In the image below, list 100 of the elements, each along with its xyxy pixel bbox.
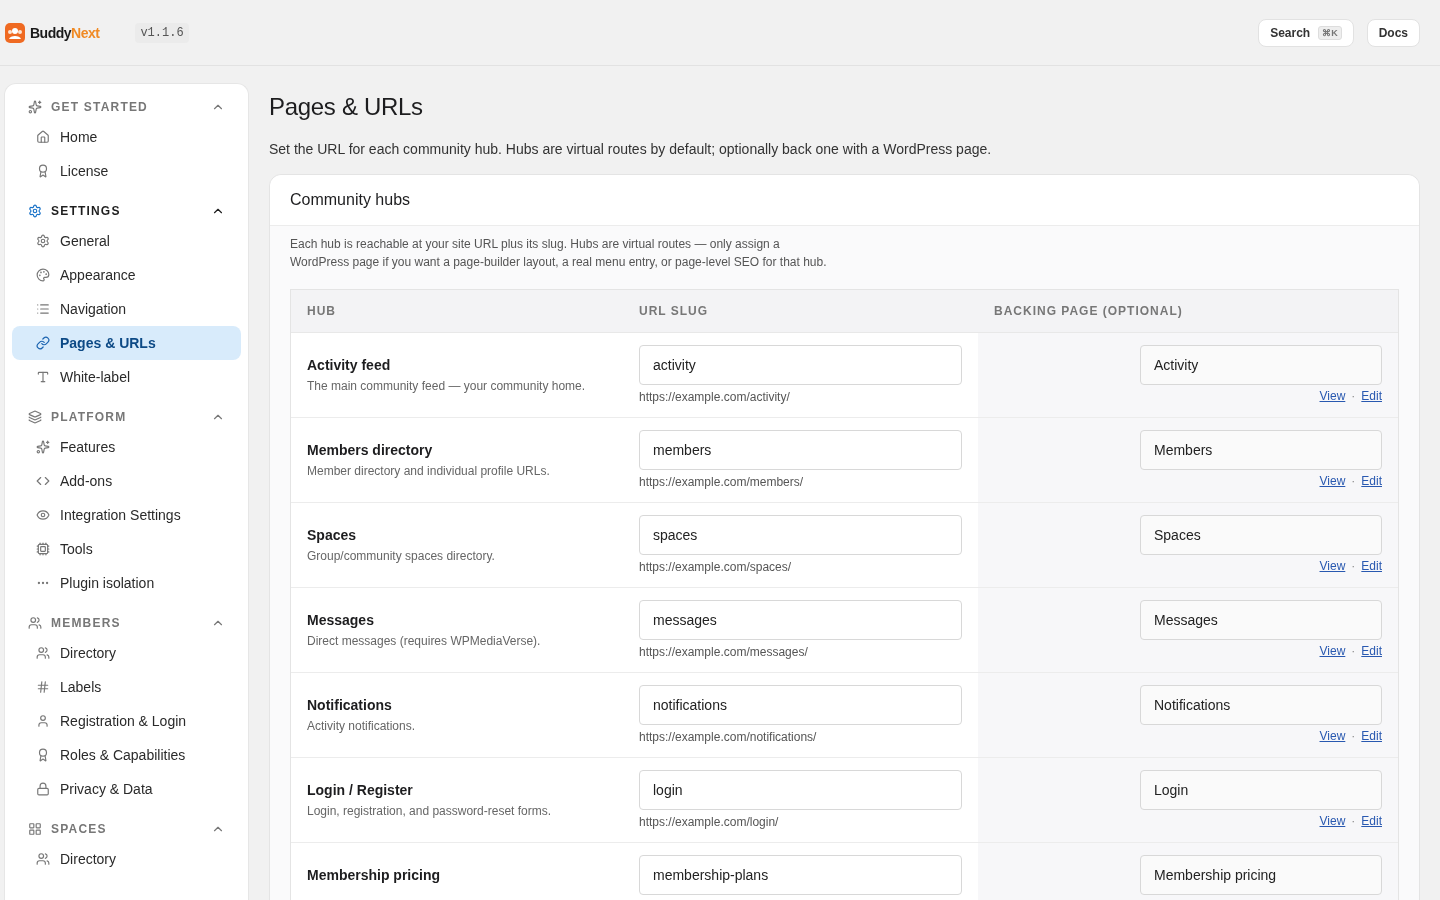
hub-description: Direct messages (requires WPMediaVerse). bbox=[307, 634, 541, 648]
url-preview: https://example.com/activity/ bbox=[639, 390, 790, 404]
section-title: MEMBERS bbox=[51, 616, 122, 630]
page-field[interactable]: Messages bbox=[1140, 600, 1382, 640]
slug-field[interactable]: members bbox=[639, 430, 962, 470]
hub-description: Activity notifications. bbox=[307, 719, 416, 733]
sparkles-icon bbox=[28, 100, 42, 114]
chip-icon bbox=[36, 542, 50, 556]
sidebar-item[interactable]: License bbox=[12, 154, 241, 188]
url-preview: https://example.com/notifications/ bbox=[639, 730, 817, 744]
sidebar-item[interactable]: Pages & URLs bbox=[12, 326, 241, 360]
gear-icon bbox=[28, 204, 42, 218]
hub-description: Login, registration, and password-reset forms. bbox=[307, 804, 552, 818]
hub-name: Messages bbox=[307, 612, 374, 628]
slug-field[interactable]: activity bbox=[639, 345, 962, 385]
slug-field[interactable]: spaces bbox=[639, 515, 962, 555]
column-header: URL SLUG bbox=[623, 290, 978, 333]
view-link[interactable]: View bbox=[1319, 644, 1346, 658]
slug-field[interactable]: membership-plans bbox=[639, 855, 962, 895]
edit-link[interactable]: Edit bbox=[1361, 729, 1382, 743]
sidebar-item[interactable]: Add-ons bbox=[12, 464, 241, 498]
separator-dot: · bbox=[1351, 474, 1356, 488]
code-icon bbox=[36, 474, 50, 488]
separator-dot: · bbox=[1351, 814, 1356, 828]
search-button[interactable]: Search ⌘K bbox=[1258, 18, 1354, 47]
hash-icon bbox=[36, 680, 50, 694]
eye-icon bbox=[36, 508, 50, 522]
url-preview: https://example.com/spaces/ bbox=[639, 560, 792, 574]
sidebar-item[interactable]: Integration Settings bbox=[12, 498, 241, 532]
users-icon bbox=[36, 852, 50, 866]
grid-icon bbox=[28, 822, 42, 836]
separator-dot: · bbox=[1351, 389, 1356, 403]
hub-name: Notifications bbox=[307, 697, 392, 713]
view-link[interactable]: View bbox=[1319, 729, 1346, 743]
section-title: SETTINGS bbox=[51, 204, 122, 218]
hub-description: The main community feed — your community home. bbox=[307, 379, 586, 393]
sidebar-item[interactable]: Labels bbox=[12, 670, 241, 704]
hub-name: Membership pricing bbox=[307, 867, 441, 883]
sidebar-item[interactable]: Appearance bbox=[12, 258, 241, 292]
award-icon bbox=[36, 748, 50, 762]
page-description: Set the URL for each community hub. Hubs are virtual routes by default; optionally back one with a WordPress page. bbox=[269, 141, 993, 157]
hub-description: Group/community spaces directory. bbox=[307, 549, 495, 563]
sidebar-item[interactable]: Plugin isolation bbox=[12, 566, 241, 600]
sparkles-icon bbox=[36, 440, 50, 454]
home-icon bbox=[36, 130, 50, 144]
version-badge: v1.1.6 bbox=[135, 22, 189, 43]
users-icon bbox=[28, 616, 42, 630]
hub-name: Login / Register bbox=[307, 782, 413, 798]
edit-link[interactable]: Edit bbox=[1361, 814, 1382, 828]
sidebar-item[interactable]: Roles & Capabilities bbox=[12, 738, 241, 772]
user-icon bbox=[36, 714, 50, 728]
edit-link[interactable]: Edit bbox=[1361, 644, 1382, 658]
column-header: BACKING PAGE (OPTIONAL) bbox=[978, 290, 1398, 333]
hub-name: Activity feed bbox=[307, 357, 391, 373]
list-icon bbox=[36, 302, 50, 316]
sidebar-item[interactable]: Privacy & Data bbox=[12, 772, 241, 806]
view-link[interactable]: View bbox=[1319, 814, 1346, 828]
page-field[interactable]: Login bbox=[1140, 770, 1382, 810]
separator-dot: · bbox=[1351, 729, 1356, 743]
edit-link[interactable]: Edit bbox=[1361, 559, 1382, 573]
sidebar-item[interactable]: Home bbox=[12, 120, 241, 154]
logo-text: BuddyNext bbox=[30, 24, 100, 41]
gear-icon bbox=[36, 234, 50, 248]
column-header: HUB bbox=[291, 290, 623, 333]
link-icon bbox=[36, 336, 50, 350]
slug-field[interactable]: notifications bbox=[639, 685, 962, 725]
page-field[interactable]: Membership pricing bbox=[1140, 855, 1382, 895]
page-field[interactable]: Spaces bbox=[1140, 515, 1382, 555]
sidebar-item[interactable]: Directory bbox=[12, 842, 241, 876]
url-preview: https://example.com/login/ bbox=[639, 815, 779, 829]
url-preview: https://example.com/messages/ bbox=[639, 645, 808, 659]
hub-description: Member directory and individual profile URLs. bbox=[307, 464, 550, 478]
url-preview: https://example.com/members/ bbox=[639, 475, 804, 489]
edit-link[interactable]: Edit bbox=[1361, 389, 1382, 403]
view-link[interactable]: View bbox=[1319, 474, 1346, 488]
page-field[interactable]: Activity bbox=[1140, 345, 1382, 385]
palette-icon bbox=[36, 268, 50, 282]
shortcut-key: ⌘K bbox=[1318, 25, 1342, 40]
hub-name: Spaces bbox=[307, 527, 357, 543]
slug-field[interactable]: messages bbox=[639, 600, 962, 640]
view-link[interactable]: View bbox=[1319, 389, 1346, 403]
sidebar-item[interactable]: Registration & Login bbox=[12, 704, 241, 738]
page-field[interactable]: Members bbox=[1140, 430, 1382, 470]
sidebar-item[interactable]: General bbox=[12, 224, 241, 258]
page-title: Pages & URLs bbox=[269, 93, 424, 121]
award-icon bbox=[36, 164, 50, 178]
sidebar-item[interactable]: Directory bbox=[12, 636, 241, 670]
sidebar-item[interactable]: Features bbox=[12, 430, 241, 464]
text-icon bbox=[36, 370, 50, 384]
sidebar-item[interactable]: Navigation bbox=[12, 292, 241, 326]
page-field[interactable]: Notifications bbox=[1140, 685, 1382, 725]
lock-icon bbox=[36, 782, 50, 796]
sidebar-item[interactable]: White-label bbox=[12, 360, 241, 394]
card-title: Community hubs bbox=[290, 191, 412, 209]
users-icon bbox=[36, 646, 50, 660]
slug-field[interactable]: login bbox=[639, 770, 962, 810]
edit-link[interactable]: Edit bbox=[1361, 474, 1382, 488]
sidebar-item[interactable]: Tools bbox=[12, 532, 241, 566]
docs-button[interactable]: Docs bbox=[1366, 18, 1420, 47]
view-link[interactable]: View bbox=[1319, 559, 1346, 573]
